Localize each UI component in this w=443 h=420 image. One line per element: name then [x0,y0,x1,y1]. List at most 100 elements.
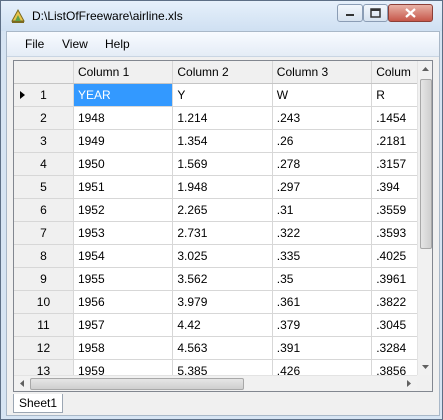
grid-cell[interactable]: .335 [272,244,373,268]
grid-cell[interactable]: 2.731 [172,221,273,245]
grid-cell[interactable]: .297 [272,175,373,199]
table-row[interactable]: 11 1957 4.42.379.3045 [14,313,432,337]
grid-cell[interactable]: 1949 [73,129,174,153]
close-button[interactable] [388,4,433,22]
table-row[interactable]: 5 1951 1.948.297.394 [14,175,432,199]
row-number: 1 [40,88,47,102]
grid-cell[interactable]: 3.979 [172,290,273,314]
column-header-2[interactable]: Column 2 [172,61,273,84]
client-area: File View Help Column 1 Column 2 Column … [6,31,440,416]
row-header[interactable]: 1 [14,83,74,107]
vertical-scrollbar[interactable] [417,61,433,375]
row-header[interactable]: 9 [14,267,74,291]
grid-cell[interactable]: .278 [272,152,373,176]
grid-cell[interactable]: .379 [272,313,373,337]
menu-bar: File View Help [7,32,439,57]
table-row[interactable]: 8 1954 3.025.335.4025 [14,244,432,268]
table-row[interactable]: 7 1953 2.731.322.3593 [14,221,432,245]
scroll-right-icon[interactable] [401,376,417,391]
grid-cell[interactable]: .391 [272,336,373,360]
grid-cell[interactable]: 1951 [73,175,174,199]
grid-cell[interactable]: 1948 [73,106,174,130]
grid-cell[interactable]: 2.265 [172,198,273,222]
row-number: 12 [36,341,51,355]
row-number: 7 [40,226,47,240]
minimize-button[interactable] [337,4,363,22]
data-grid[interactable]: Column 1 Column 2 Column 3 Colum 1 YEAR Y W… [13,60,433,392]
row-number: 8 [40,249,47,263]
table-row[interactable]: 1 YEAR Y W R [14,83,432,107]
grid-cell[interactable]: 1.948 [172,175,273,199]
grid-cell[interactable]: YEAR [73,83,174,107]
corner-header[interactable] [14,61,74,84]
row-header[interactable]: 5 [14,175,74,199]
table-row[interactable]: 9 1955 3.562.35.3961 [14,267,432,291]
row-number: 6 [40,203,47,217]
column-header-3[interactable]: Column 3 [272,61,373,84]
grid-cell[interactable]: .243 [272,106,373,130]
scroll-down-icon[interactable] [418,359,433,375]
row-number: 10 [36,295,51,309]
grid-cell[interactable]: 1958 [73,336,174,360]
menu-file[interactable]: File [25,37,44,51]
row-header[interactable]: 3 [14,129,74,153]
row-number: 2 [40,111,47,125]
minimize-icon [346,14,354,16]
table-row[interactable]: 6 1952 2.265.31.3559 [14,198,432,222]
window-title: D:\ListOfFreeware\airline.xls [32,9,183,23]
row-header[interactable]: 4 [14,152,74,176]
grid-cell[interactable]: 1.214 [172,106,273,130]
maximize-button[interactable] [363,4,388,22]
row-number: 11 [37,318,50,332]
row-header[interactable]: 10 [14,290,74,314]
grid-cell[interactable]: 1.354 [172,129,273,153]
scroll-left-icon[interactable] [14,376,30,391]
menu-view[interactable]: View [62,37,88,51]
horizontal-scroll-thumb[interactable] [30,378,244,390]
app-window: D:\ListOfFreeware\airline.xls File View … [0,0,443,420]
column-header-1[interactable]: Column 1 [73,61,174,84]
vertical-scroll-thumb[interactable] [420,79,432,249]
grid-cell[interactable]: 1.569 [172,152,273,176]
grid-cell[interactable]: 1952 [73,198,174,222]
table-row[interactable]: 4 1950 1.569.278.3157 [14,152,432,176]
grid-cell[interactable]: 4.563 [172,336,273,360]
table-row[interactable]: 2 1948 1.214.243.1454 [14,106,432,130]
table-row[interactable]: 12 1958 4.563.391.3284 [14,336,432,360]
grid-cell[interactable]: 4.42 [172,313,273,337]
grid-cell[interactable]: 1954 [73,244,174,268]
grid-cell[interactable]: 1956 [73,290,174,314]
horizontal-scrollbar[interactable] [14,375,417,391]
grid-cell[interactable]: 1950 [73,152,174,176]
table-row[interactable]: 10 1956 3.979.361.3822 [14,290,432,314]
maximize-icon [370,8,381,18]
grid-cell[interactable]: .31 [272,198,373,222]
grid-cell[interactable]: 1955 [73,267,174,291]
title-bar[interactable]: D:\ListOfFreeware\airline.xls [1,1,442,31]
sheet-tabs: Sheet1 [13,394,433,414]
row-number: 4 [40,157,47,171]
row-header[interactable]: 12 [14,336,74,360]
column-header-row: Column 1 Column 2 Column 3 Colum [14,61,432,84]
grid-cell[interactable]: W [272,83,373,107]
grid-cell[interactable]: 1953 [73,221,174,245]
row-header[interactable]: 2 [14,106,74,130]
row-number: 3 [40,134,47,148]
sheet-tab-sheet1[interactable]: Sheet1 [13,394,63,413]
row-header[interactable]: 7 [14,221,74,245]
grid-cell[interactable]: Y [172,83,273,107]
table-row[interactable]: 3 1949 1.354.26.2181 [14,129,432,153]
grid-cell[interactable]: 3.025 [172,244,273,268]
row-header[interactable]: 11 [14,313,74,337]
grid-cell[interactable]: 1957 [73,313,174,337]
row-header[interactable]: 6 [14,198,74,222]
scroll-up-icon[interactable] [418,61,433,77]
grid-cell[interactable]: .26 [272,129,373,153]
grid-cell[interactable]: .35 [272,267,373,291]
grid-cell[interactable]: 3.562 [172,267,273,291]
grid-cell[interactable]: .322 [272,221,373,245]
menu-help[interactable]: Help [105,37,130,51]
row-header[interactable]: 8 [14,244,74,268]
grid-cell[interactable]: .361 [272,290,373,314]
row-number: 5 [40,180,47,194]
